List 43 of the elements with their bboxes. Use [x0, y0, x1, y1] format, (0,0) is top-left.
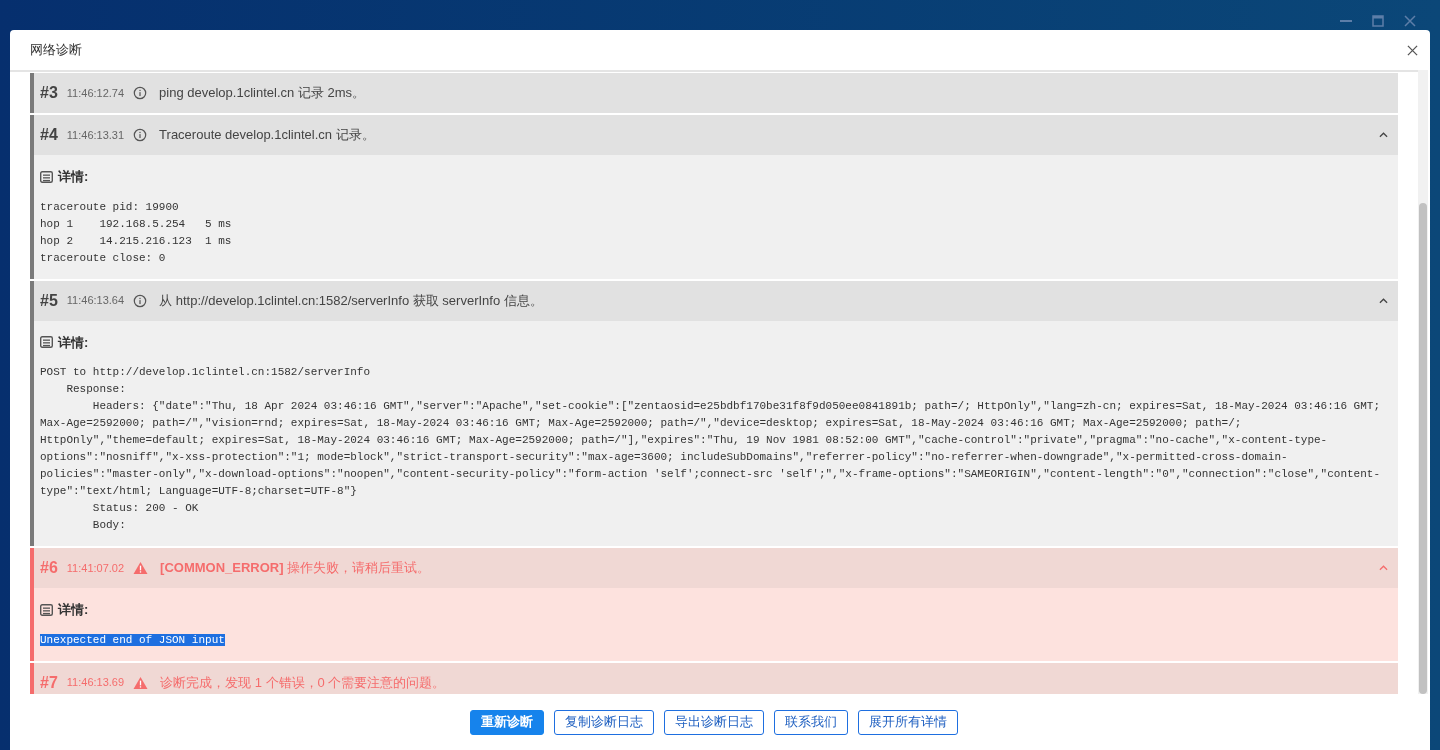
entry-message: Traceroute develop.1clintel.cn 记录。	[159, 126, 375, 145]
footer-button[interactable]: 联系我们	[774, 709, 848, 735]
entry-time: 11:41:07.02	[66, 560, 125, 576]
info-icon	[133, 293, 148, 308]
warning-icon	[133, 561, 149, 575]
entry-message: [COMMON_ERROR] 操作失败，请稍后重试。	[160, 559, 431, 578]
document-icon	[40, 336, 53, 349]
footer-button[interactable]: 复制诊断日志	[554, 709, 654, 735]
details-label: 详情:	[58, 168, 89, 186]
info-icon	[133, 128, 148, 142]
details-text: POST to http://develop.1clintel.cn:1582/serverInfo Response: Headers: {"date":"Thu, 18 Apr 2024 03:46:16 GMT","server":"Apache","set-cookie":["zentaosid=e25bdbf170be31f8f9d050ee0841891b; path=/; HttpOnly","lang=zh-cn; expires=Sat, 18-May-2024 03:46:16 GMT; Max-Age=2592000; path=/","vision=rnd; expires=Sat, 18-May-2024 03:46:16 GMT; Max-Age=2592000; path=/","device=desktop; expires=Sat, 18-May-2024 03:46:16 GMT; Max-Age=2592000; path=/; HttpOnly","theme=default; expires=Sat, 18-May-2024 03:46:16 GMT; Max-Age=2592000; path=/"],"expires":"Thu, 19 Nov 1981 08:52:00 GMT","cache-control":"private","pragma":"no-cache","x-content-type-options":"nosniff","x-xss-protection":"1; mode=block","strict-transport-security":"max-age=3600; includeSubDomains","referrer-policy":"no-referrer-when-downgrade","x-permitted-cross-domain-policies":"master-only","x-download-options":"noopen","content-security-policy":"form-action 'self';connect-src 'self';","x-frame-options":"SAMEORIGIN","content-length":"0","connection":"close","content-type":"text/html; Language=UTF-8;charset=UTF-8"} Status: 200 - OK Body:	[40, 365, 1382, 533]
entry-time: 11:46:12.74	[66, 85, 125, 101]
entry-message: ping develop.1clintel.cn 记录 2ms。	[159, 84, 366, 103]
maximize-icon[interactable]	[1372, 15, 1384, 27]
entry-number: #3	[40, 83, 58, 103]
entry-number: #5	[40, 290, 58, 311]
document-icon	[40, 170, 53, 183]
scrollbar-thumb[interactable]	[1419, 203, 1427, 694]
entry-time: 11:46:13.69	[66, 675, 125, 691]
details-text: Unexpected end of JSON input	[40, 632, 226, 648]
info-icon	[133, 86, 148, 100]
footer-button[interactable]: 导出诊断日志	[664, 709, 764, 735]
warning-icon	[133, 675, 149, 690]
log-entry-header[interactable]: #5 11:46:13.64 从 http://develop.1clintel.cn:1582/serverInfo 获取 serverInfo 信息。	[34, 280, 1398, 321]
footer-button[interactable]: 展开所有详情	[858, 709, 958, 735]
log-entry-header[interactable]: #4 11:46:13.31 Traceroute develop.1clintel.cn 记录。	[34, 115, 1398, 155]
entry-number: #6	[40, 558, 58, 578]
entry-number: #7	[40, 672, 58, 693]
details-label: 详情:	[58, 333, 89, 352]
footer-button[interactable]: 重新诊断	[470, 709, 544, 735]
details-label: 详情:	[58, 601, 89, 619]
entry-time: 11:46:13.64	[66, 293, 125, 309]
entry-message: 诊断完成，发现 1 个错误，0 个需要注意的问题。	[160, 673, 446, 692]
close-icon[interactable]	[1407, 44, 1418, 56]
chevron-up-icon[interactable]	[1379, 132, 1388, 138]
entry-message: 从 http://develop.1clintel.cn:1582/serverInfo 获取 serverInfo 信息。	[159, 291, 543, 310]
details-text: traceroute pid: 19900 hop 1 192.168.5.254 5 ms hop 2 14.215.216.123 1 ms traceroute close: 0	[40, 199, 233, 266]
chevron-up-icon[interactable]	[1379, 297, 1388, 304]
document-icon	[40, 603, 53, 616]
log-entry-header[interactable]: #3 11:46:12.74 ping develop.1clintel.cn 记录 2ms。	[34, 73, 1398, 113]
entry-time: 11:46:13.31	[66, 127, 125, 143]
dialog-title: 网络诊断	[30, 41, 82, 60]
entry-number: #4	[40, 125, 58, 145]
